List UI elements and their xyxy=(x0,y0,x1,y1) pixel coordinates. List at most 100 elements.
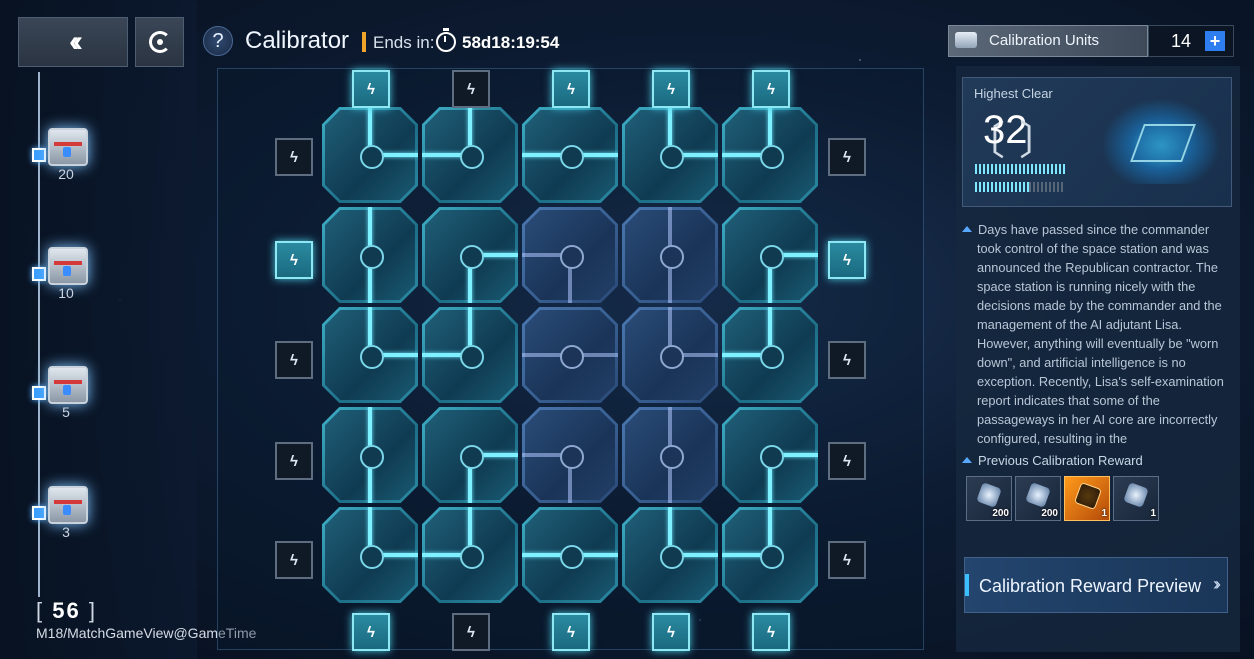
pipe-hub xyxy=(560,145,584,169)
units-label: Calibration Units xyxy=(989,32,1100,49)
port-top: ϟ xyxy=(552,70,590,108)
port-bottom: ϟ xyxy=(352,613,390,651)
pipe-tile[interactable] xyxy=(722,207,818,303)
pipe-tile[interactable] xyxy=(422,507,518,603)
pipe-hub xyxy=(760,345,784,369)
chip-gold-icon xyxy=(1073,481,1103,511)
milestone-node xyxy=(32,267,46,281)
milestone-node xyxy=(32,386,46,400)
pipe-hub xyxy=(360,245,384,269)
pipe-hub xyxy=(560,345,584,369)
chest-icon xyxy=(48,247,88,285)
progress-ticks xyxy=(975,182,1029,192)
pipe-hub xyxy=(760,445,784,469)
current-score: [ 56 ] xyxy=(36,598,97,623)
progress-ticks xyxy=(975,164,1065,174)
pipe-tile[interactable] xyxy=(622,507,718,603)
reward-qty: 1 xyxy=(1150,508,1156,519)
reward-list: 200 200 1 1 xyxy=(966,476,1159,521)
units-count-box: 14 + xyxy=(1148,25,1234,57)
units-count: 14 xyxy=(1171,31,1192,51)
pipe-tile[interactable] xyxy=(722,307,818,403)
milestone-5[interactable]: 5 xyxy=(30,360,110,430)
pipe-tile[interactable] xyxy=(422,307,518,403)
button-accent xyxy=(965,574,969,596)
add-units-button[interactable]: + xyxy=(1205,31,1225,51)
milestone-label: 10 xyxy=(58,285,74,301)
pipe-tile[interactable] xyxy=(322,507,418,603)
pipe-tile[interactable] xyxy=(422,407,518,503)
pipe-hub xyxy=(760,245,784,269)
port-bottom: ϟ xyxy=(752,613,790,651)
crystal-dark-icon xyxy=(976,482,1002,508)
pipe-hub xyxy=(560,245,584,269)
pipe-tile[interactable] xyxy=(422,107,518,203)
calibration-unit-icon xyxy=(955,32,977,48)
reward-qty: 1 xyxy=(1101,508,1107,519)
pipe-tile[interactable] xyxy=(322,407,418,503)
pipe-tile[interactable] xyxy=(322,307,418,403)
port-top: ϟ xyxy=(352,70,390,108)
port-top: ϟ xyxy=(652,70,690,108)
pipe-tile[interactable] xyxy=(622,407,718,503)
pipe-tile[interactable] xyxy=(522,507,618,603)
back-button[interactable]: ‹‹ xyxy=(18,17,128,67)
pipe-tile[interactable] xyxy=(322,207,418,303)
milestone-node xyxy=(32,506,46,520)
milestone-label: 3 xyxy=(62,524,70,540)
pipe-hub xyxy=(660,245,684,269)
pipe-hub xyxy=(360,445,384,469)
pipe-hub xyxy=(460,345,484,369)
chest-icon xyxy=(48,486,88,524)
chest-icon xyxy=(48,128,88,166)
reward-item[interactable]: 1 xyxy=(1064,476,1110,521)
pipe-hub xyxy=(360,145,384,169)
crystal-white-icon xyxy=(1025,482,1051,508)
port-left: ϟ xyxy=(275,541,313,579)
milestone-node xyxy=(32,148,46,162)
pipe-hub xyxy=(360,545,384,569)
reward-item[interactable]: 200 xyxy=(1015,476,1061,521)
sidebar: ‹‹ 20 10 5 3 [ 56 ] M18/MatchGameView@Ga… xyxy=(0,0,256,659)
pipe-hub xyxy=(460,545,484,569)
stopwatch-icon xyxy=(436,28,456,52)
target-button[interactable] xyxy=(135,17,184,67)
pipe-tile[interactable] xyxy=(722,507,818,603)
milestone-label: 20 xyxy=(58,166,74,182)
milestone-3[interactable]: 3 xyxy=(30,480,110,550)
highest-clear-label: Highest Clear xyxy=(974,86,1053,101)
caret-up-icon xyxy=(962,457,972,463)
story-text-box[interactable]: Days have passed since the commander too… xyxy=(962,220,1232,448)
port-right: ϟ xyxy=(828,241,866,279)
pipe-tile[interactable] xyxy=(522,307,618,403)
pipe-hub xyxy=(660,445,684,469)
pipe-tile[interactable] xyxy=(522,107,618,203)
reward-item[interactable]: 1 xyxy=(1113,476,1159,521)
pipe-tile[interactable] xyxy=(322,107,418,203)
milestone-10[interactable]: 10 xyxy=(30,241,110,311)
pipe-tile[interactable] xyxy=(722,407,818,503)
score-value: 56 xyxy=(52,598,81,623)
pipe-hub xyxy=(760,545,784,569)
pipe-tile[interactable] xyxy=(522,407,618,503)
countdown-timer: 58d18:19:54 xyxy=(462,33,560,52)
pipe-tile[interactable] xyxy=(722,107,818,203)
pipe-tile[interactable] xyxy=(622,207,718,303)
milestone-20[interactable]: 20 xyxy=(30,122,110,192)
pipe-hub xyxy=(360,345,384,369)
page-title: Calibrator xyxy=(245,27,350,54)
target-icon xyxy=(148,31,171,53)
pipe-tile[interactable] xyxy=(522,207,618,303)
port-left: ϟ xyxy=(275,341,313,379)
port-right: ϟ xyxy=(828,541,866,579)
chevron-right-icon: ›› xyxy=(1213,574,1221,594)
pipe-hub xyxy=(560,545,584,569)
port-bottom: ϟ xyxy=(452,613,490,651)
pipe-tile[interactable] xyxy=(422,207,518,303)
pipe-tile[interactable] xyxy=(622,107,718,203)
reward-item[interactable]: 200 xyxy=(966,476,1012,521)
port-right: ϟ xyxy=(828,138,866,176)
calibration-reward-preview-button[interactable]: Calibration Reward Preview ›› xyxy=(964,557,1228,613)
pipe-tile[interactable] xyxy=(622,307,718,403)
help-icon[interactable]: ? xyxy=(203,26,233,56)
